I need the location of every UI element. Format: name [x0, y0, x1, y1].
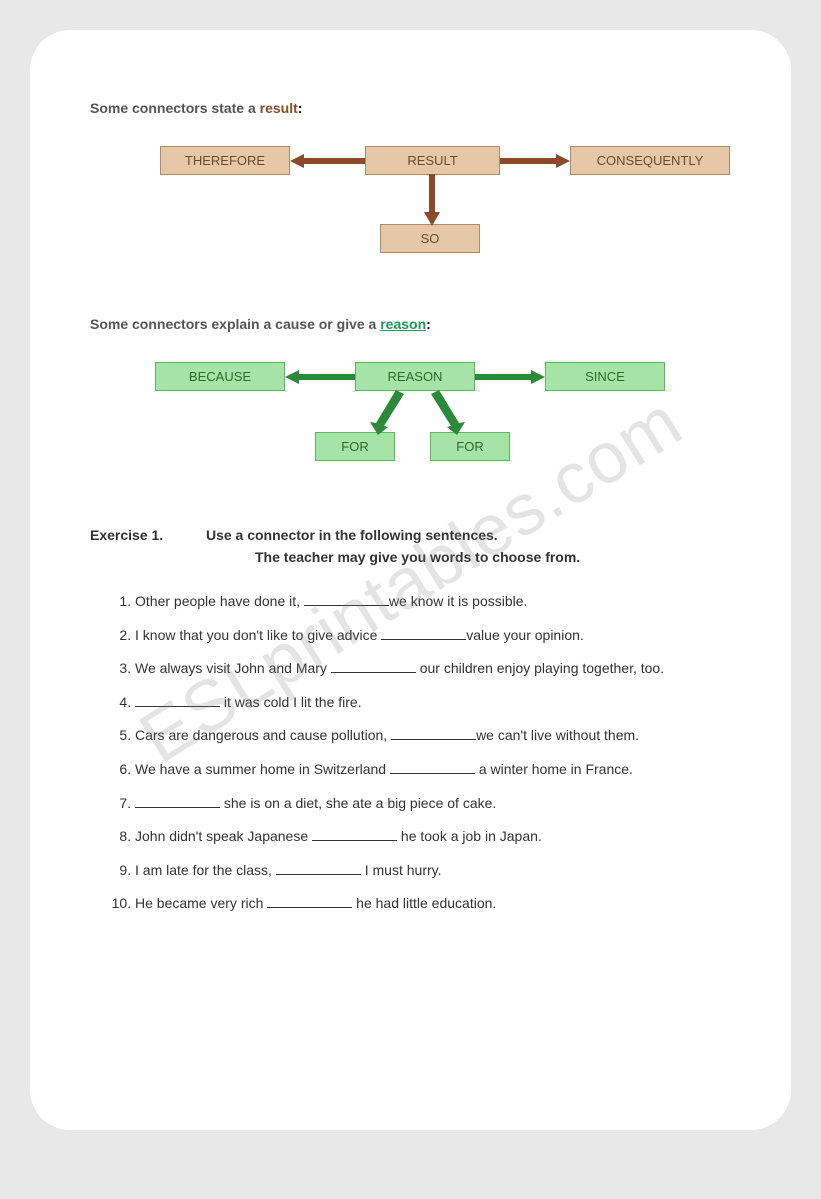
q-pre: I am late for the class,: [135, 862, 272, 878]
list-item: Cars are dangerous and cause pollution, …: [135, 719, 731, 753]
q-post: a winter home in France.: [479, 761, 633, 777]
exercise-title: Exercise 1.: [90, 527, 163, 543]
arrow-down-icon: [422, 174, 442, 226]
blank-input[interactable]: [391, 726, 476, 740]
blank-input[interactable]: [135, 693, 220, 707]
blank-input[interactable]: [390, 760, 475, 774]
section2-intro-prefix: Some connectors explain a cause or give …: [90, 316, 380, 332]
blank-input[interactable]: [267, 894, 352, 908]
arrow-down-right-green-icon: [425, 390, 465, 435]
q-post: she is on a diet, she ate a big piece of…: [224, 795, 496, 811]
box-since: SINCE: [545, 362, 665, 391]
exercise-header: Exercise 1. Use a connector in the follo…: [90, 527, 731, 543]
arrow-down-left-green-icon: [370, 390, 410, 435]
exercise-instruction1: Use a connector in the following sentenc…: [206, 527, 498, 543]
reason-diagram: BECAUSE REASON SINCE FOR FOR: [90, 362, 731, 492]
arrow-left-green-icon: [285, 368, 355, 386]
q-post: he took a job in Japan.: [401, 828, 542, 844]
list-item: I know that you don't like to give advic…: [135, 619, 731, 653]
q-pre: Other people have done it,: [135, 593, 300, 609]
q-post: he had little education.: [356, 895, 496, 911]
section1-intro-prefix: Some connectors state a: [90, 100, 260, 116]
blank-input[interactable]: [381, 626, 466, 640]
q-pre: We have a summer home in Switzerland: [135, 761, 386, 777]
section1-keyword: result: [260, 100, 298, 116]
q-post: value your opinion.: [466, 627, 584, 643]
arrow-right-icon: [500, 152, 570, 170]
q-pre: Cars are dangerous and cause pollution,: [135, 727, 387, 743]
q-post: our children enjoy playing together, too…: [420, 660, 664, 676]
box-reason: REASON: [355, 362, 475, 391]
list-item: I am late for the class, I must hurry.: [135, 854, 731, 888]
blank-input[interactable]: [135, 794, 220, 808]
blank-input[interactable]: [276, 861, 361, 875]
list-item: He became very rich he had little educat…: [135, 887, 731, 921]
blank-input[interactable]: [331, 659, 416, 673]
box-therefore: THEREFORE: [160, 146, 290, 175]
arrow-left-icon: [290, 152, 365, 170]
box-for-left: FOR: [315, 432, 395, 461]
result-diagram: THEREFORE RESULT CONSEQUENTLY SO: [90, 146, 731, 296]
box-result: RESULT: [365, 146, 500, 175]
q-post: I must hurry.: [365, 862, 442, 878]
list-item: We have a summer home in Switzerland a w…: [135, 753, 731, 787]
section2-keyword: reason: [380, 316, 426, 332]
q-post: it was cold I lit the fire.: [224, 694, 362, 710]
box-consequently: CONSEQUENTLY: [570, 146, 730, 175]
q-pre: We always visit John and Mary: [135, 660, 327, 676]
exercise-instruction2: The teacher may give you words to choose…: [255, 549, 731, 565]
q-pre: He became very rich: [135, 895, 263, 911]
box-for-right: FOR: [430, 432, 510, 461]
list-item: it was cold I lit the fire.: [135, 686, 731, 720]
section2-colon: :: [426, 316, 431, 332]
list-item: John didn't speak Japanese he took a job…: [135, 820, 731, 854]
section2-intro: Some connectors explain a cause or give …: [90, 316, 731, 332]
q-pre: I know that you don't like to give advic…: [135, 627, 377, 643]
question-list: Other people have done it, we know it is…: [90, 585, 731, 921]
worksheet-page: ESLprintables.com Some connectors state …: [30, 30, 791, 1130]
section1-intro: Some connectors state a result:: [90, 100, 731, 116]
blank-input[interactable]: [312, 827, 397, 841]
q-post: we can't live without them.: [476, 727, 639, 743]
blank-input[interactable]: [304, 592, 389, 606]
q-pre: John didn't speak Japanese: [135, 828, 308, 844]
list-item: Other people have done it, we know it is…: [135, 585, 731, 619]
list-item: she is on a diet, she ate a big piece of…: [135, 787, 731, 821]
arrow-right-green-icon: [475, 368, 545, 386]
q-post: we know it is possible.: [389, 593, 528, 609]
list-item: We always visit John and Mary our childr…: [135, 652, 731, 686]
box-because: BECAUSE: [155, 362, 285, 391]
section1-colon: :: [298, 100, 303, 116]
box-so: SO: [380, 224, 480, 253]
